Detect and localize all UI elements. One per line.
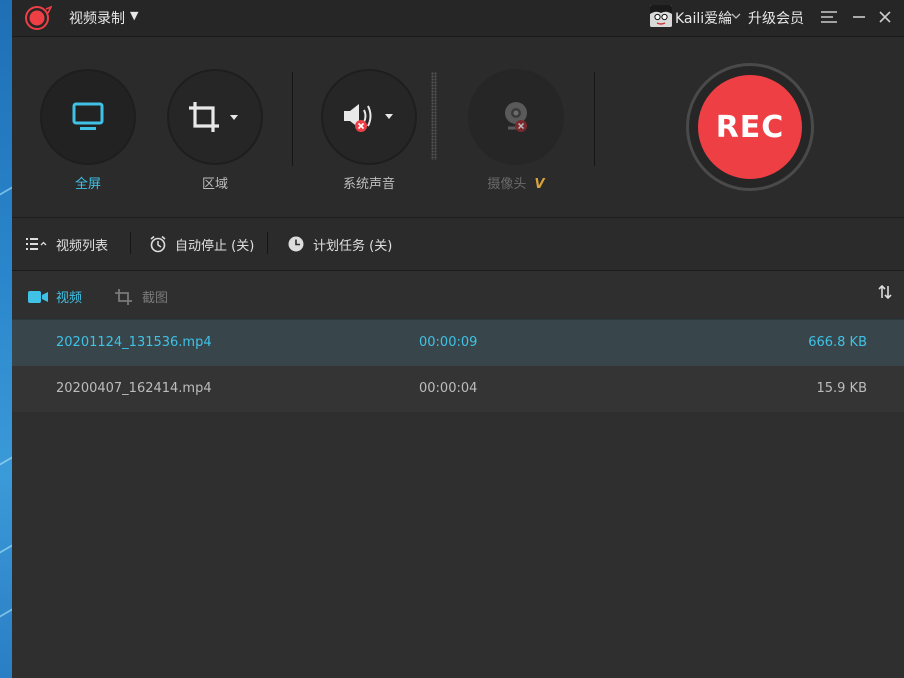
schedule-task-label: 计划任务 (关) (313, 238, 393, 254)
username[interactable]: Kaili爱綸 (675, 8, 732, 28)
list-item[interactable]: 20201124_131536.mp4 00:00:09 666.8 KB (12, 319, 904, 366)
list-collapse-icon (26, 238, 47, 250)
file-list: 20201124_131536.mp4 00:00:09 666.8 KB 20… (12, 319, 904, 412)
subbar-divider (130, 232, 131, 254)
upgrade-button[interactable]: 升级会员 (748, 8, 804, 28)
chevron-down-icon[interactable] (731, 12, 741, 20)
speaker-muted-icon (344, 104, 393, 132)
title-dropdown-icon[interactable]: ▼ (130, 9, 138, 22)
toolbar-divider (292, 72, 293, 166)
file-duration: 00:00:09 (419, 335, 478, 350)
crop-icon (189, 102, 238, 132)
list-item[interactable]: 20200407_162414.mp4 00:00:04 15.9 KB (12, 366, 904, 412)
tab-video-label: 视频 (56, 291, 83, 306)
toolbar-divider (594, 72, 595, 166)
fullscreen-mode-button[interactable] (40, 69, 136, 165)
webcam-label-text: 摄像头 (487, 177, 527, 192)
options-toolbar: 视频列表 自动停止 (关) 计划任务 (关) (12, 218, 904, 271)
monitor-icon (72, 102, 104, 130)
media-tabs: 视频 截图 (12, 271, 904, 319)
alarm-clock-icon (150, 235, 166, 253)
minimize-button[interactable] (848, 6, 870, 28)
rec-button-ring[interactable]: REC (686, 63, 814, 191)
menu-icon (821, 11, 837, 23)
auto-stop-button[interactable]: 自动停止 (关) (149, 234, 254, 254)
menu-button[interactable] (818, 6, 840, 28)
minimize-icon (853, 16, 865, 18)
app-title[interactable]: 视频录制 (69, 8, 125, 28)
app-window: 视频录制 ▼ Kaili爱綸 升级会员 全屏 区域 系统声音 摄像头 V REC… (12, 0, 904, 678)
tab-screenshot-label: 截图 (142, 291, 169, 306)
desktop-background (0, 0, 12, 678)
file-name: 20200407_162414.mp4 (56, 381, 212, 396)
video-camera-icon (28, 290, 48, 303)
fullscreen-mode-label: 全屏 (74, 177, 101, 192)
auto-stop-label: 自动停止 (关) (175, 238, 255, 254)
video-list-label: 视频列表 (56, 238, 109, 254)
close-button[interactable] (874, 6, 896, 28)
record-mode-toolbar: 全屏 区域 系统声音 摄像头 V REC (12, 37, 904, 218)
subbar-divider (267, 232, 268, 254)
file-duration: 00:00:04 (419, 381, 478, 396)
file-size: 666.8 KB (808, 335, 867, 350)
schedule-task-button[interactable]: 计划任务 (关) (287, 234, 392, 254)
clock-icon (288, 236, 304, 252)
sort-icon[interactable] (878, 284, 892, 300)
title-bar: 视频录制 ▼ Kaili爱綸 升级会员 (12, 0, 904, 37)
webcam-label: 摄像头 V (468, 173, 564, 192)
crop-icon (115, 288, 132, 305)
file-name: 20201124_131536.mp4 (56, 335, 212, 350)
region-mode-button[interactable] (167, 69, 263, 165)
tab-screenshot[interactable]: 截图 (114, 287, 168, 306)
webcam-button[interactable] (468, 69, 564, 165)
avatar-image-icon (650, 5, 672, 27)
rec-button[interactable]: REC (698, 75, 802, 179)
system-sound-label: 系统声音 (342, 177, 395, 192)
avatar[interactable] (650, 5, 672, 27)
file-size: 15.9 KB (816, 381, 867, 396)
vip-badge: V (534, 177, 545, 192)
close-icon (879, 11, 891, 23)
tab-video[interactable]: 视频 (28, 287, 82, 306)
system-sound-button[interactable] (321, 69, 417, 165)
video-list-toggle[interactable]: 视频列表 (26, 234, 108, 254)
app-logo-icon (25, 5, 52, 30)
region-mode-label: 区域 (201, 177, 228, 192)
dotted-divider (431, 72, 437, 160)
webcam-icon (505, 102, 527, 132)
